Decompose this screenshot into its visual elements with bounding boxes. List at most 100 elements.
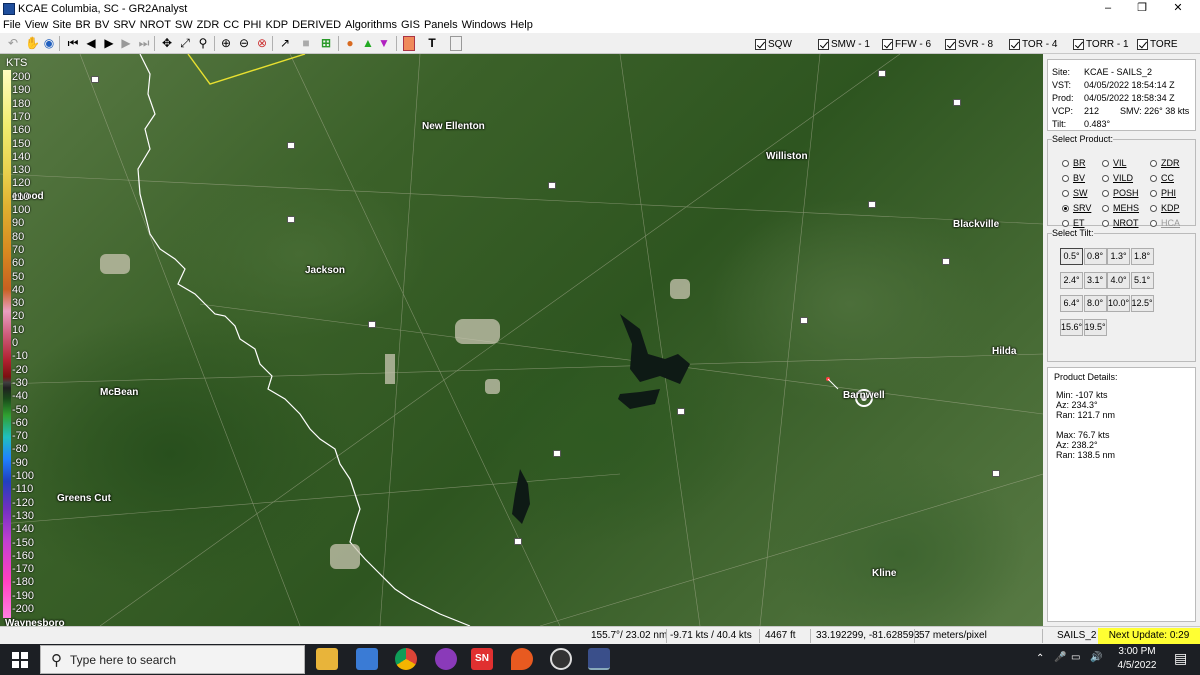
- gr2analyst-icon[interactable]: [588, 648, 610, 670]
- tilt-button[interactable]: 3.1°: [1083, 271, 1107, 289]
- menu-item-phi[interactable]: PHI: [243, 19, 261, 31]
- tilt-button[interactable]: 6.4°: [1060, 295, 1083, 312]
- tilt-button[interactable]: 1.3°: [1107, 248, 1130, 265]
- clock-time[interactable]: 3:00 PM: [1112, 646, 1162, 657]
- maximize-button[interactable]: ❐: [1126, 0, 1158, 17]
- menu-item-algorithms[interactable]: Algorithms: [345, 19, 397, 31]
- tilt-button[interactable]: 10.0°: [1107, 295, 1130, 312]
- tilt-button[interactable]: 19.5°: [1083, 318, 1107, 336]
- palette-icon[interactable]: ●: [343, 36, 357, 51]
- warning-toggle-smw[interactable]: SMW - 1: [818, 37, 870, 51]
- warning-toggle-tor[interactable]: TOR - 4: [1009, 37, 1057, 51]
- product-radio-srv[interactable]: SRV: [1062, 203, 1091, 213]
- menu-item-panels[interactable]: Panels: [424, 19, 458, 31]
- menu-item-gis[interactable]: GIS: [401, 19, 420, 31]
- play-icon[interactable]: ▶: [102, 36, 116, 51]
- pin-icon[interactable]: ↗: [278, 36, 292, 51]
- maps-pin-icon[interactable]: [511, 648, 533, 670]
- menu-item-help[interactable]: Help: [510, 19, 533, 31]
- product-radio-cc[interactable]: CC: [1150, 173, 1174, 183]
- close-button[interactable]: ✕: [1162, 0, 1194, 17]
- menu-item-br[interactable]: BR: [75, 19, 90, 31]
- product-radio-hca[interactable]: HCA: [1150, 218, 1180, 228]
- menu-item-nrot[interactable]: NROT: [140, 19, 171, 31]
- product-radio-vild[interactable]: VILD: [1102, 173, 1133, 183]
- windows-start-icon[interactable]: [12, 652, 28, 668]
- back-icon[interactable]: ↶: [6, 36, 20, 51]
- radio-circle-icon: [1062, 159, 1069, 167]
- product-radio-br[interactable]: BR: [1062, 158, 1086, 168]
- tilt-button[interactable]: 15.6°: [1060, 318, 1083, 336]
- tilt-button[interactable]: 0.5°: [1060, 248, 1083, 265]
- globe-icon[interactable]: ◉: [42, 36, 56, 51]
- color-swatch-icon[interactable]: [403, 36, 415, 51]
- tilt-button[interactable]: 8.0°: [1083, 295, 1107, 312]
- menu-item-bv[interactable]: BV: [95, 19, 110, 31]
- product-radio-mehs[interactable]: MEHS: [1102, 203, 1139, 213]
- product-radio-sw[interactable]: SW: [1062, 188, 1088, 198]
- network-icon[interactable]: ▭: [1071, 652, 1080, 663]
- text-icon[interactable]: T: [425, 36, 439, 51]
- color-scale-label: 100: [12, 204, 31, 216]
- tilt-button[interactable]: 5.1°: [1130, 271, 1154, 289]
- taskbar-search[interactable]: ⚲ Type here to search: [40, 645, 305, 674]
- zoom-reset-icon[interactable]: ⊗: [255, 36, 269, 51]
- product-radio-vil[interactable]: VIL: [1102, 158, 1127, 168]
- tilt-button[interactable]: 0.8°: [1083, 248, 1107, 265]
- obs-icon[interactable]: [550, 648, 572, 670]
- hand-icon[interactable]: ✋: [25, 36, 40, 51]
- menu-item-derived[interactable]: DERIVED: [292, 19, 341, 31]
- frame-icon[interactable]: [450, 36, 462, 51]
- sn-icon[interactable]: SN: [471, 648, 493, 670]
- product-radio-phi[interactable]: PHI: [1150, 188, 1176, 198]
- product-radio-zdr[interactable]: ZDR: [1150, 158, 1180, 168]
- radar-map[interactable]: New Ellenton Williston Blackville Jackso…: [0, 54, 1043, 626]
- product-radio-et[interactable]: ET: [1062, 218, 1085, 228]
- stop-icon[interactable]: ■: [301, 36, 311, 51]
- last-frame-icon[interactable]: ⏭: [137, 36, 151, 51]
- down-triangle-icon[interactable]: ▼: [377, 36, 391, 51]
- next-frame-icon[interactable]: ▶: [119, 36, 133, 51]
- product-radio-posh[interactable]: POSH: [1102, 188, 1139, 198]
- zoom-out-icon[interactable]: ⊖: [237, 36, 251, 51]
- warning-toggle-tore[interactable]: TORE: [1137, 37, 1178, 51]
- product-radio-nrot[interactable]: NROT: [1102, 218, 1139, 228]
- menu-item-windows[interactable]: Windows: [462, 19, 507, 31]
- file-explorer-icon[interactable]: [316, 648, 338, 670]
- menu-item-site[interactable]: Site: [52, 19, 71, 31]
- volume-icon[interactable]: 🔊: [1090, 652, 1102, 663]
- minimize-button[interactable]: –: [1092, 0, 1124, 17]
- menu-item-view[interactable]: View: [25, 19, 49, 31]
- up-triangle-icon[interactable]: ▲: [361, 36, 375, 51]
- tilt-button[interactable]: 2.4°: [1060, 271, 1083, 289]
- tilt-button[interactable]: 1.8°: [1130, 248, 1154, 265]
- tilt-button[interactable]: 12.5°: [1130, 295, 1154, 312]
- measure-icon[interactable]: ⚲: [196, 36, 210, 51]
- warning-toggle-ffw[interactable]: FFW - 6: [882, 37, 931, 51]
- product-radio-kdp[interactable]: KDP: [1150, 203, 1180, 213]
- first-frame-icon[interactable]: ⏮: [66, 36, 80, 51]
- menu-item-srv[interactable]: SRV: [113, 19, 135, 31]
- zoom-in-icon[interactable]: ⊕: [219, 36, 233, 51]
- menu-item-sw[interactable]: SW: [175, 19, 193, 31]
- store-icon[interactable]: [356, 648, 378, 670]
- prev-frame-icon[interactable]: ◀: [84, 36, 98, 51]
- chevron-up-icon[interactable]: ⌃: [1036, 653, 1044, 664]
- cross-section-icon[interactable]: ⤢: [178, 36, 192, 51]
- menu-item-cc[interactable]: CC: [223, 19, 239, 31]
- menu-item-zdr[interactable]: ZDR: [197, 19, 220, 31]
- warning-toggle-sqw[interactable]: SQW: [755, 37, 792, 51]
- menu-item-kdp[interactable]: KDP: [266, 19, 289, 31]
- notifications-icon[interactable]: ▤: [1174, 650, 1187, 667]
- warning-toggle-svr[interactable]: SVR - 8: [945, 37, 993, 51]
- split-icon[interactable]: ⊞: [318, 36, 334, 51]
- product-radio-bv[interactable]: BV: [1062, 173, 1085, 183]
- microphone-icon[interactable]: 🎤: [1054, 652, 1066, 663]
- chrome-icon[interactable]: [395, 648, 417, 670]
- move-icon[interactable]: ✥: [160, 36, 174, 51]
- podcast-icon[interactable]: [435, 648, 457, 670]
- clock-date[interactable]: 4/5/2022: [1112, 660, 1162, 671]
- menu-item-file[interactable]: File: [3, 19, 21, 31]
- tilt-button[interactable]: 4.0°: [1107, 271, 1130, 289]
- warning-toggle-torr[interactable]: TORR - 1: [1073, 37, 1129, 51]
